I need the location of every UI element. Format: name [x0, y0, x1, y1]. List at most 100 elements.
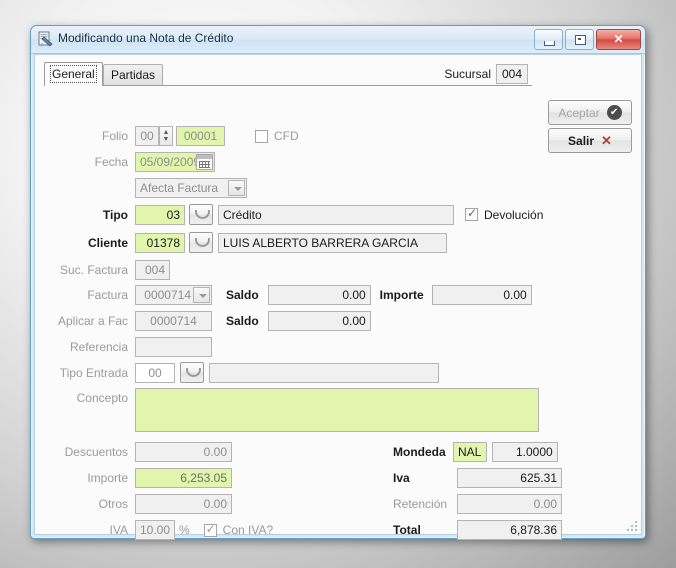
moneda-row: Mondeda NAL 1.0000 — [393, 442, 558, 462]
folio-number-input[interactable]: 00001 — [176, 126, 225, 146]
fecha-value: 05/09/2009 — [140, 155, 201, 169]
calendar-icon[interactable] — [196, 154, 213, 170]
sucursal-value: 004 — [496, 64, 528, 84]
aplicar-saldo-label: Saldo — [226, 314, 259, 328]
cliente-code-input[interactable]: 01378 — [135, 232, 185, 253]
descuentos-input[interactable]: 0.00 — [135, 442, 232, 462]
folio-serie-input[interactable]: 00 — [135, 126, 159, 146]
tab-general-label: General — [50, 65, 97, 83]
tipo-entrada-lookup-button[interactable] — [180, 362, 204, 383]
folio-spinner[interactable]: ▲ ▼ — [159, 126, 173, 146]
tab-general[interactable]: General — [44, 62, 103, 86]
fecha-label: Fecha — [94, 155, 128, 169]
cliente-lookup-button[interactable] — [189, 232, 213, 253]
retencion-value: 0.00 — [457, 494, 562, 514]
importe-top-label: Importe — [379, 288, 424, 302]
caption-buttons: ✕ — [534, 29, 641, 50]
aplicar-saldo-value: 0.00 — [267, 311, 371, 331]
aceptar-label: Aceptar — [558, 105, 600, 120]
check-icon: ✔ — [606, 105, 622, 120]
tipo-entrada-label: Tipo Entrada — [59, 365, 128, 380]
aplicar-a-fac-row: Aplicar a Fac 0000714 Saldo 0.00 — [51, 311, 371, 331]
tab-partidas[interactable]: Partidas — [103, 64, 164, 85]
afecta-factura-select[interactable]: Afecta Factura — [135, 178, 247, 198]
aceptar-button[interactable]: Aceptar ✔ — [548, 100, 632, 125]
sucursal-group: Sucursal 004 — [444, 64, 528, 84]
otros-label: Otros — [98, 497, 128, 511]
factura-saldo-value: 0.00 — [267, 285, 371, 305]
window-titlebar[interactable]: Modificando una Nota de Crédito ✕ — [31, 26, 645, 54]
aplicar-a-fac-label: Aplicar a Fac — [57, 314, 128, 328]
total-label: Total — [393, 523, 421, 537]
window-title: Modificando una Nota de Crédito — [58, 31, 234, 45]
tipo-row: Tipo 03 Crédito Devolución — [51, 204, 543, 225]
iva-rate-input[interactable]: 10.00 — [135, 520, 175, 540]
referencia-input[interactable] — [135, 337, 212, 357]
suc-factura-row: Suc. Factura 004 — [51, 260, 170, 280]
cfd-label: CFD — [274, 129, 299, 143]
importe-label: Importe — [87, 471, 128, 485]
concepto-label: Concepto — [76, 391, 128, 405]
retencion-label: Retención — [393, 497, 448, 511]
devolucion-label: Devolución — [484, 207, 544, 222]
tipo-code-input[interactable]: 03 — [135, 204, 185, 225]
tab-underline — [44, 85, 532, 86]
fecha-input[interactable]: 05/09/2009 — [135, 152, 215, 172]
tipo-lookup-button[interactable] — [189, 204, 213, 225]
cliente-row: Cliente 01378 LUIS ALBERTO BARRERA GARCI… — [51, 232, 447, 253]
cliente-name: LUIS ALBERTO BARRERA GARCIA — [218, 232, 447, 253]
credit-note-window: Modificando una Nota de Crédito ✕ Genera… — [30, 25, 646, 540]
sucursal-label: Sucursal — [444, 67, 491, 81]
retencion-row: Retención 0.00 — [393, 494, 562, 514]
cfd-checkbox[interactable] — [255, 129, 268, 143]
tipo-entrada-description — [209, 362, 439, 383]
factura-chevron-down-icon[interactable] — [193, 287, 210, 303]
moneda-code-input[interactable]: NAL — [452, 442, 487, 462]
desktop-background: Modificando una Nota de Crédito ✕ Genera… — [0, 0, 676, 568]
moneda-rate-input[interactable]: 1.0000 — [491, 442, 558, 462]
spinner-up-icon: ▲ — [162, 129, 170, 136]
total-value: 6,878.36 — [457, 520, 562, 540]
chevron-down-icon[interactable] — [228, 180, 245, 196]
suc-factura-label: Suc. Factura — [59, 263, 128, 277]
moneda-label: Mondeda — [393, 445, 446, 459]
minimize-button[interactable] — [534, 29, 563, 50]
tipo-description: Crédito — [218, 204, 454, 225]
tipo-entrada-code-input[interactable]: 00 — [135, 362, 175, 383]
salir-label: Salir — [568, 133, 595, 148]
devolucion-checkbox[interactable] — [465, 206, 478, 221]
close-button[interactable]: ✕ — [596, 29, 641, 50]
factura-label: Factura — [87, 288, 128, 302]
iva-amount-row: Iva 625.31 — [393, 468, 562, 488]
maximize-button[interactable] — [565, 29, 594, 50]
con-iva-label: Con IVA? — [222, 523, 274, 537]
spinner-down-icon: ▼ — [162, 136, 170, 143]
importe-row: Importe 6,253.05 — [51, 468, 232, 488]
total-row: Total 6,878.36 — [393, 520, 562, 540]
factura-select[interactable]: 0000714 — [135, 285, 212, 305]
maximize-icon — [575, 35, 586, 45]
devolucion-checkbox-group[interactable]: Devolución — [465, 206, 544, 222]
percent-symbol: % — [179, 523, 190, 537]
afecta-factura-value: Afecta Factura — [140, 181, 219, 195]
con-iva-checkbox[interactable] — [203, 522, 217, 537]
con-iva-checkbox-group[interactable]: Con IVA? — [203, 522, 274, 537]
tipo-label: Tipo — [102, 207, 128, 222]
concepto-textarea[interactable] — [135, 388, 539, 432]
salir-button[interactable]: Salir ✕ — [548, 128, 632, 153]
factura-value: 0000714 — [144, 288, 191, 302]
importe-input[interactable]: 6,253.05 — [135, 468, 232, 488]
suc-factura-input[interactable]: 004 — [135, 260, 170, 280]
factura-saldo-label: Saldo — [226, 288, 259, 302]
tipo-entrada-row: Tipo Entrada 00 — [51, 362, 439, 383]
folio-row: Folio 00 ▲ ▼ 00001 CFD — [51, 126, 299, 146]
resize-grip[interactable] — [625, 519, 637, 531]
referencia-row: Referencia — [51, 337, 212, 357]
cfd-checkbox-group[interactable]: CFD — [255, 129, 299, 143]
minimize-icon — [544, 41, 555, 46]
iva-rate-label: IVA — [109, 523, 128, 537]
importe-top-value: 0.00 — [431, 285, 532, 305]
afecta-factura-row: Afecta Factura — [51, 178, 247, 198]
aplicar-a-fac-input[interactable]: 0000714 — [135, 311, 212, 331]
otros-input[interactable]: 0.00 — [135, 494, 232, 514]
